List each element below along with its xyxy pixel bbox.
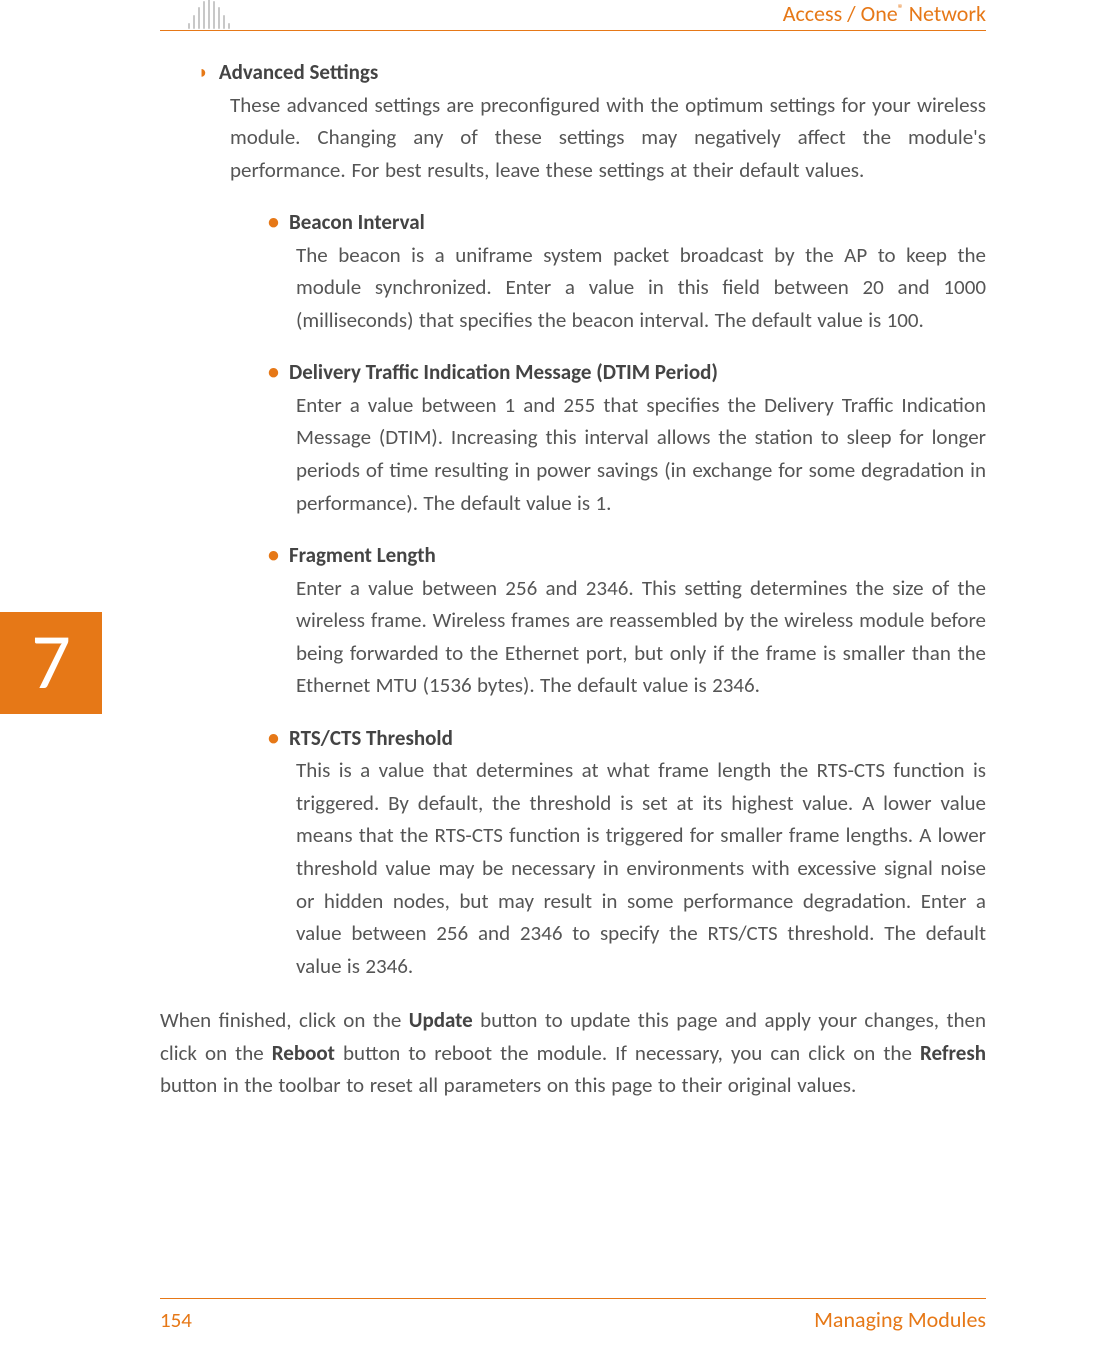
- brand-suffix: Network: [904, 0, 986, 27]
- document-page: Access / One® Network 7 ◗ Advanced Settin…: [0, 0, 1096, 1361]
- chapter-number: 7: [31, 614, 71, 709]
- item-dtim-period: • Delivery Traffic Indication Message (DT…: [268, 356, 986, 519]
- item-title: • Beacon Interval: [268, 206, 986, 239]
- item-beacon-interval: • Beacon Interval The beacon is a unifram…: [268, 206, 986, 336]
- page-number: 154: [160, 1307, 192, 1333]
- item-body: This is a value that determines at what …: [296, 754, 986, 982]
- bullet-dot-icon: •: [268, 724, 279, 751]
- brand-prefix: Access / One: [783, 0, 898, 27]
- item-title-text: Beacon Interval: [289, 209, 425, 235]
- update-button-ref: Update: [409, 1007, 473, 1033]
- footer-title: Managing Modules: [814, 1306, 986, 1333]
- item-title: • Delivery Traffic Indication Message (DT…: [268, 356, 986, 389]
- item-title-text: Fragment Length: [289, 542, 436, 568]
- item-fragment-length: • Fragment Length Enter a value between 2…: [268, 539, 986, 702]
- section-title-text: Advanced Settings: [219, 59, 378, 85]
- item-title-text: Delivery Traffic Indication Message (DTI…: [289, 359, 718, 385]
- section-advanced-settings: ◗ Advanced Settings These advanced settin…: [198, 56, 986, 982]
- closing-text: button in the toolbar to reset all param…: [160, 1072, 856, 1098]
- item-body: Enter a value between 1 and 255 that spe…: [296, 389, 986, 519]
- item-title-text: RTS/CTS Threshold: [289, 725, 453, 751]
- bullet-dot-icon: •: [268, 541, 279, 568]
- page-content: ◗ Advanced Settings These advanced settin…: [160, 56, 986, 1102]
- bullet-arrow-icon: ◗: [198, 59, 209, 87]
- item-title: • Fragment Length: [268, 539, 986, 572]
- footer-rule: [160, 1298, 986, 1299]
- item-body: The beacon is a uniframe system packet b…: [296, 239, 986, 337]
- item-rts-cts-threshold: • RTS/CTS Threshold This is a value that …: [268, 722, 986, 982]
- section-title: ◗ Advanced Settings: [198, 56, 986, 89]
- closing-paragraph: When finished, click on the Update butto…: [160, 1004, 986, 1102]
- chapter-tab: 7: [0, 612, 102, 714]
- section-intro: These advanced settings are preconfigure…: [230, 89, 986, 187]
- closing-text: button to reboot the module. If necessar…: [335, 1040, 920, 1066]
- item-body: Enter a value between 256 and 2346. This…: [296, 572, 986, 702]
- item-title: • RTS/CTS Threshold: [268, 722, 986, 755]
- refresh-button-ref: Refresh: [920, 1040, 986, 1066]
- closing-text: When finished, click on the: [160, 1007, 409, 1033]
- bullet-dot-icon: •: [268, 208, 279, 235]
- bullet-dot-icon: •: [268, 358, 279, 385]
- header-rule: [160, 30, 986, 31]
- reboot-button-ref: Reboot: [272, 1040, 335, 1066]
- header-brand: Access / One® Network: [783, 0, 986, 27]
